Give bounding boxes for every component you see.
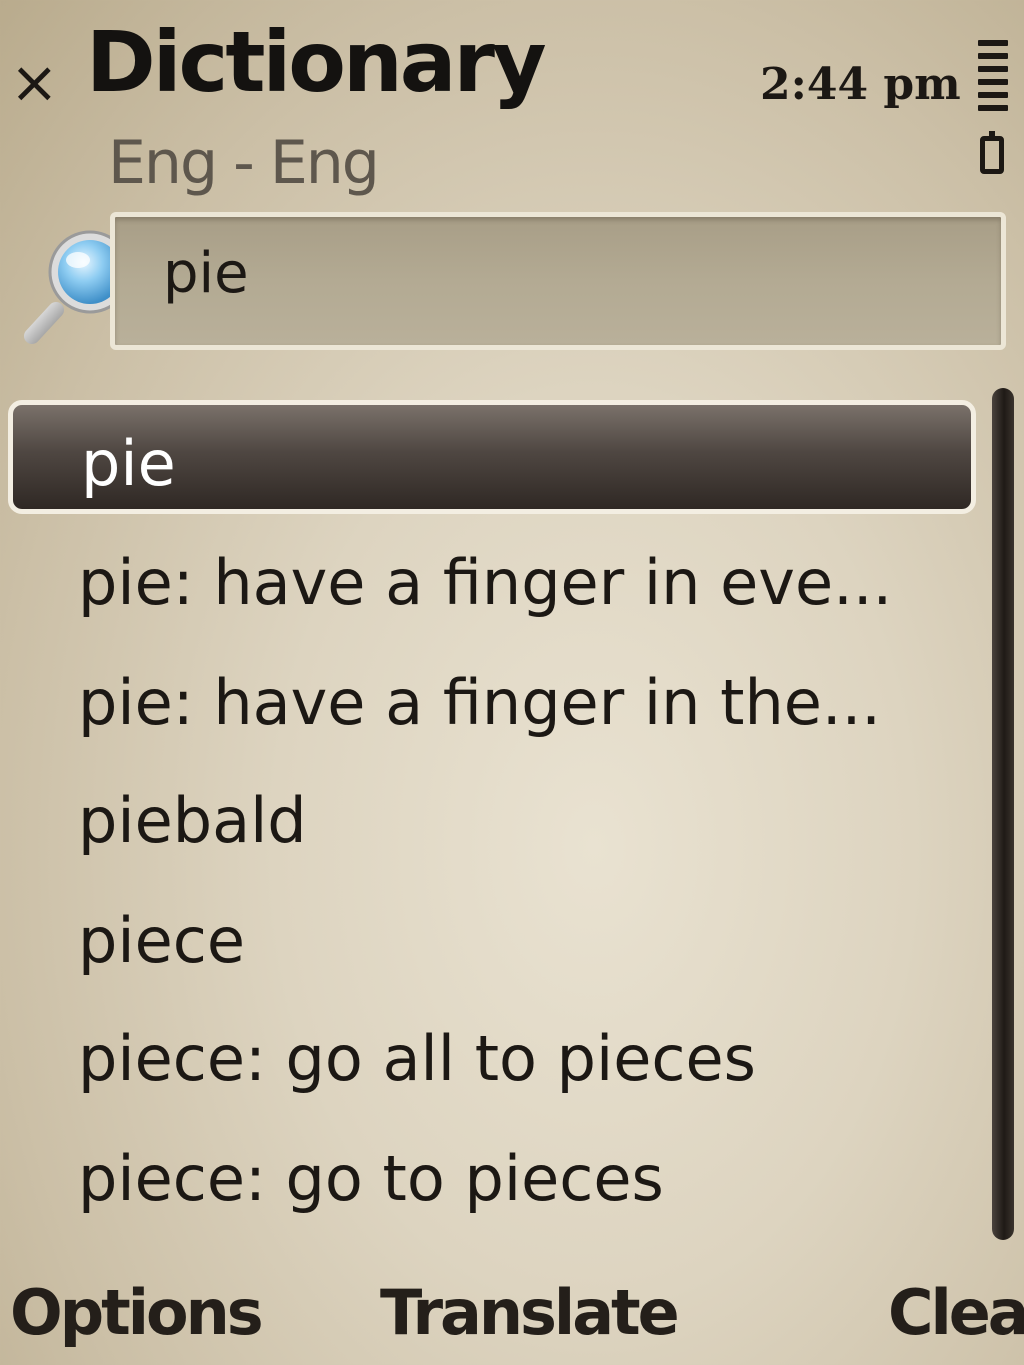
language-pair: Eng - Eng [108,128,380,198]
app-title: Dictionary [86,13,547,111]
result-item[interactable]: piece [0,886,990,996]
clear-softkey[interactable]: Clear [888,1268,1024,1358]
result-item-label: piece [78,904,245,977]
result-item[interactable]: piece: go all to pieces [0,1004,990,1114]
result-item[interactable]: piece: go to pieces [0,1124,990,1234]
result-item-label: pie: have a finger in the... [78,666,882,739]
signal-icon [978,40,1008,114]
scrollbar[interactable] [992,388,1014,1240]
result-item[interactable]: pie: have a finger in the... [0,648,990,758]
search-field[interactable] [110,212,1006,350]
battery-icon [980,131,1004,174]
result-item[interactable]: piebald [0,766,990,876]
result-item-label: piece: go to pieces [78,1142,664,1215]
result-item-label: pie: have a finger in eve... [78,546,893,619]
result-item-selected[interactable]: pie [8,400,976,514]
result-item-label: pie [81,427,176,500]
result-item[interactable]: pie: have a finger in eve... [0,528,990,638]
close-icon[interactable]: × [10,52,60,112]
translate-softkey[interactable]: Translate [380,1268,680,1358]
status-clock: 2:44 pm [760,59,961,110]
result-item-label: piece: go all to pieces [78,1022,756,1095]
result-item-label: piebald [78,784,307,857]
search-input[interactable] [163,231,943,315]
results-list: pie pie: have a finger in eve... pie: have… [0,398,990,1248]
options-softkey[interactable]: Options [10,1268,264,1358]
